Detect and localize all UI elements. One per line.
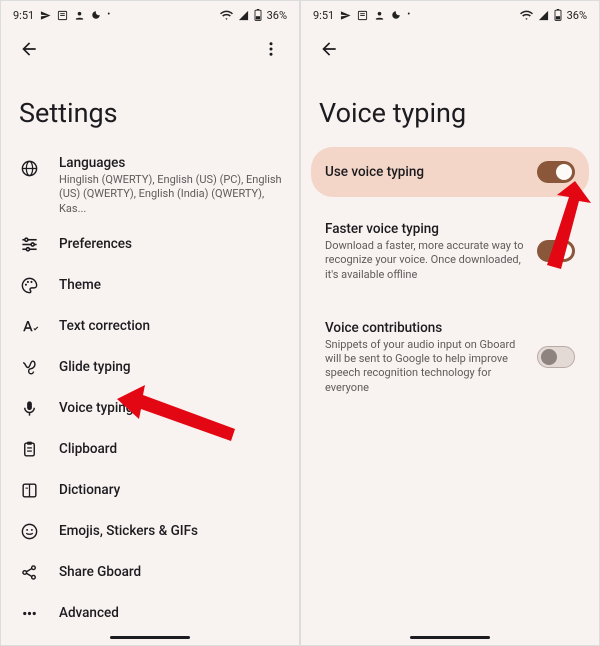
- settings-item-preferences[interactable]: Preferences: [1, 224, 299, 265]
- battery-icon: [554, 9, 562, 21]
- settings-item-title: Share Gboard: [59, 564, 283, 580]
- overflow-button[interactable]: [251, 29, 291, 69]
- news-icon: [357, 10, 368, 21]
- settings-item-title: Theme: [59, 277, 283, 293]
- back-button[interactable]: [9, 29, 49, 69]
- toggle-use-voice-typing[interactable]: [537, 161, 575, 183]
- settings-item-voice-typing[interactable]: Voice typing: [1, 388, 299, 429]
- card-voice-contributions[interactable]: Voice contributions Snippets of your aud…: [311, 306, 589, 409]
- settings-item-title: Glide typing: [59, 359, 283, 375]
- text-correction-icon: [17, 315, 41, 339]
- wifi-icon: [220, 10, 233, 21]
- share-icon: [17, 561, 41, 585]
- status-time: 9:51: [313, 9, 334, 22]
- toggle-faster-voice-typing[interactable]: [537, 240, 575, 262]
- card-title: Use voice typing: [325, 164, 529, 180]
- nav-pill[interactable]: [110, 636, 190, 639]
- tune-icon: [17, 233, 41, 257]
- settings-list: Languages Hinglish (QWERTY), English (US…: [1, 147, 299, 645]
- status-bar: 9:51 • 36%: [1, 1, 299, 25]
- palette-icon: [17, 274, 41, 298]
- clipboard-icon: [17, 438, 41, 462]
- status-battery: 36%: [567, 9, 587, 22]
- arrow-left-icon: [19, 39, 39, 59]
- settings-item-clipboard[interactable]: Clipboard: [1, 429, 299, 470]
- app-bar: [301, 25, 599, 73]
- settings-item-glide-typing[interactable]: Glide typing: [1, 347, 299, 388]
- settings-item-text-correction[interactable]: Text correction: [1, 306, 299, 347]
- card-use-voice-typing[interactable]: Use voice typing: [311, 147, 589, 197]
- card-title: Faster voice typing: [325, 221, 529, 237]
- send-icon: [40, 10, 51, 21]
- arrow-left-icon: [319, 39, 339, 59]
- status-battery: 36%: [267, 9, 287, 22]
- settings-item-title: Text correction: [59, 318, 283, 334]
- signal-icon: [238, 10, 249, 21]
- settings-item-title: Preferences: [59, 236, 283, 252]
- status-bar: 9:51 • 36%: [301, 1, 599, 25]
- card-title: Voice contributions: [325, 320, 529, 336]
- page-title: Settings: [1, 73, 299, 147]
- gesture-icon: [17, 356, 41, 380]
- news-icon: [57, 10, 68, 21]
- settings-item-theme[interactable]: Theme: [1, 265, 299, 306]
- settings-item-title: Voice typing: [59, 400, 283, 416]
- status-dot: •: [407, 10, 410, 20]
- globe-icon: [17, 156, 41, 180]
- app-bar: [1, 25, 299, 73]
- person-icon: [74, 10, 85, 21]
- person-icon: [374, 10, 385, 21]
- dictionary-icon: [17, 479, 41, 503]
- settings-item-title: Dictionary: [59, 482, 283, 498]
- toggle-voice-contributions[interactable]: [537, 346, 575, 368]
- settings-item-emojis[interactable]: Emojis, Stickers & GIFs: [1, 511, 299, 552]
- page-title: Voice typing: [301, 73, 599, 147]
- send-icon: [340, 10, 351, 21]
- dots-icon: [17, 602, 41, 626]
- emoji-icon: [17, 520, 41, 544]
- voice-typing-screen: 9:51 • 36% Voice typing Use voice t: [301, 1, 599, 645]
- settings-item-title: Advanced: [59, 605, 283, 621]
- settings-screen: 9:51 • 36% Settings: [1, 1, 299, 645]
- card-sub: Snippets of your audio input on Gboard w…: [325, 338, 529, 395]
- status-dot: •: [107, 10, 110, 20]
- nav-pill[interactable]: [410, 636, 490, 639]
- more-vert-icon: [262, 40, 280, 58]
- signal-icon: [538, 10, 549, 21]
- settings-item-dictionary[interactable]: Dictionary: [1, 470, 299, 511]
- settings-item-share[interactable]: Share Gboard: [1, 552, 299, 593]
- battery-icon: [254, 9, 262, 21]
- settings-item-title: Clipboard: [59, 441, 283, 457]
- mic-icon: [17, 397, 41, 421]
- status-time: 9:51: [13, 9, 34, 22]
- back-button[interactable]: [309, 29, 349, 69]
- settings-item-sub: Hinglish (QWERTY), English (US) (PC), En…: [59, 173, 283, 216]
- settings-item-advanced[interactable]: Advanced: [1, 593, 299, 634]
- settings-item-title: Emojis, Stickers & GIFs: [59, 523, 283, 539]
- wifi-icon: [520, 10, 533, 21]
- moon-icon: [391, 10, 401, 20]
- settings-item-title: Languages: [59, 155, 283, 171]
- card-faster-voice-typing[interactable]: Faster voice typing Download a faster, m…: [311, 207, 589, 296]
- moon-icon: [91, 10, 101, 20]
- settings-item-languages[interactable]: Languages Hinglish (QWERTY), English (US…: [1, 147, 299, 224]
- card-sub: Download a faster, more accurate way to …: [325, 239, 529, 282]
